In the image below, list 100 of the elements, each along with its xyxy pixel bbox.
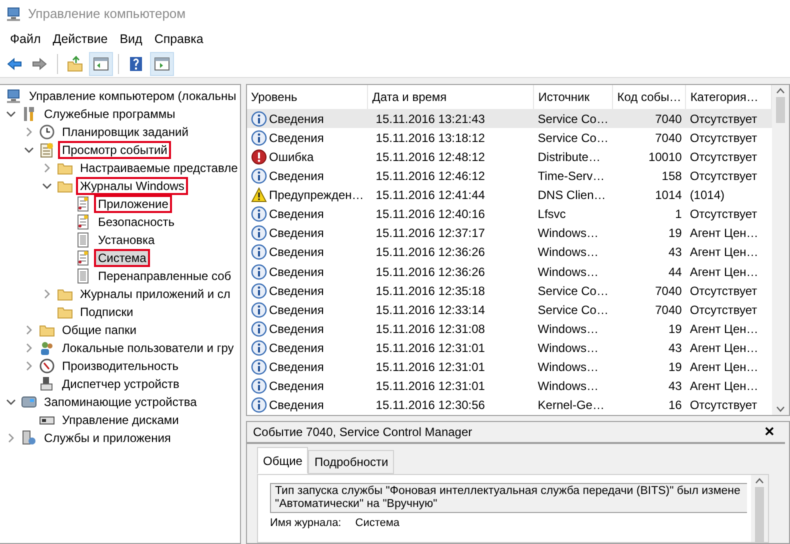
services-icon	[21, 430, 37, 446]
tree-item[interactable]: Подписки	[76, 303, 138, 321]
tab[interactable]: Подробности	[308, 450, 394, 474]
scroll-thumb[interactable]	[776, 97, 785, 123]
description-text: Тип запуска службы "Фоновая интеллектуальная служба передачи (BITS)" был измене "Автоматически" на "Вручную"	[270, 483, 747, 513]
table-row[interactable]: Сведения 15.11.2016 12:46:12 Time-Serv… 158 Отсутствует	[247, 166, 772, 186]
info-icon	[251, 244, 267, 260]
table-row[interactable]: Предупрежден… 15.11.2016 12:41:44 DNS Clien… 1014 (1014)	[247, 186, 772, 205]
table-cell: 15.11.2016 12:30:56	[376, 398, 485, 412]
tree-item[interactable]: Установка	[94, 231, 159, 249]
tree-item[interactable]: Система	[94, 249, 150, 267]
table-cell: Service Co…	[538, 284, 608, 298]
tree-item[interactable]: Перенаправленные соб	[94, 267, 236, 285]
table-cell: Агент Цен…	[690, 341, 758, 355]
menu-item[interactable]: Действие	[46, 30, 114, 48]
table-cell-text: Сведения	[269, 397, 324, 414]
toolbar-button[interactable]	[89, 52, 113, 76]
table-cell-text: Сведения	[269, 359, 324, 376]
table-cell: 1014	[655, 188, 682, 202]
table-cell: Отсутствует	[690, 207, 758, 222]
table-row[interactable]: Сведения 15.11.2016 12:30:56 Kernel-Ge… 16 Отсутствует	[247, 396, 772, 415]
table-cell: Отсутствует	[690, 112, 758, 126]
table-cell: Windows…	[538, 360, 598, 374]
table-cell: Service Co…	[538, 112, 608, 126]
info-icon	[251, 359, 267, 376]
tree-item[interactable]: Приложение	[94, 195, 172, 213]
scroll-thumb[interactable]	[755, 487, 764, 542]
tree-item[interactable]: Общие папки	[58, 321, 140, 339]
table-cell: 7040	[655, 130, 682, 145]
info-icon	[251, 206, 267, 222]
tree-item[interactable]: Диспетчер устройств	[58, 375, 184, 393]
table-cell: Агент Цен…	[690, 245, 758, 260]
table-cell: Kernel-Ge…	[538, 398, 604, 412]
table-cell: Агент Цен…	[690, 226, 758, 240]
log-icon	[75, 250, 91, 266]
tree-item[interactable]: Журналы приложений и сл	[76, 285, 234, 303]
table-row[interactable]: Сведения 15.11.2016 12:40:16 Lfsvc 1 Отсутствует	[247, 204, 772, 224]
table-cell: 7040	[655, 284, 682, 298]
table-cell: Отсутствует	[690, 130, 758, 145]
tree-item[interactable]: Безопасность	[94, 213, 179, 231]
table-row[interactable]: Сведения 15.11.2016 12:36:26 Windows… 44 Агент Цен…	[247, 262, 772, 282]
menu-item[interactable]: Справка	[148, 30, 210, 48]
table-cell-text: Сведения	[269, 110, 324, 128]
table-cell: Отсутствует	[690, 302, 758, 317]
pane-toggle-icon	[154, 56, 170, 72]
table-row[interactable]: Ошибка 15.11.2016 12:48:12 Distribute… 10010 Отсутствует	[247, 147, 772, 166]
table-row[interactable]: Сведения 15.11.2016 12:31:01 Windows… 43 Агент Цен…	[247, 338, 772, 358]
tools-icon	[21, 106, 37, 122]
table-row[interactable]: Сведения 15.11.2016 12:36:26 Windows… 43 Агент Цен…	[247, 242, 772, 262]
tree-item[interactable]: Управление компьютером (локальны	[25, 87, 240, 105]
table-cell: 7040	[655, 302, 682, 317]
table-cell: Windows…	[538, 264, 598, 279]
table-cell-text: Сведения	[269, 206, 324, 224]
tree-item[interactable]: Планировщик заданий	[58, 123, 192, 141]
log-icon	[75, 214, 91, 230]
table-cell: 15.11.2016 12:31:01	[376, 360, 485, 374]
table-cell: 43	[668, 245, 682, 260]
table-cell-text: Сведения	[269, 378, 324, 396]
tree-item[interactable]: Локальные пользователи и гру	[58, 339, 238, 357]
tab[interactable]: Общие	[257, 447, 308, 474]
table-row[interactable]: Сведения 15.11.2016 13:18:12 Service Co… 7040 Отсутствует	[247, 128, 772, 148]
computer-icon	[6, 6, 22, 22]
table-row[interactable]: Сведения 15.11.2016 12:33:14 Service Co… 7040 Отсутствует	[247, 300, 772, 320]
table-cell: 15.11.2016 12:37:17	[376, 226, 485, 240]
table-cell-text: Сведения	[269, 168, 324, 186]
table-row[interactable]: Сведения 15.11.2016 12:31:08 Windows… 19 Агент Цен…	[247, 319, 772, 338]
folder-up-icon	[67, 56, 83, 72]
scrollbar[interactable]	[751, 475, 768, 542]
tree-item[interactable]: Настраиваемые представле	[76, 159, 240, 177]
table-cell: Агент Цен…	[690, 360, 758, 374]
menu-item[interactable]: Файл	[4, 30, 47, 48]
table-cell-text: Сведения	[269, 340, 324, 357]
table-cell: Service Co…	[538, 302, 608, 317]
table-cell: Агент Цен…	[690, 379, 758, 394]
tree-item[interactable]: Просмотр событий	[58, 141, 172, 159]
table-cell: 7040	[655, 112, 682, 126]
table-cell-text: Сведения	[269, 244, 324, 262]
table-row[interactable]: Сведения 15.11.2016 12:35:18 Service Co… 7040 Отсутствует	[247, 281, 772, 300]
info-icon	[251, 340, 267, 356]
tree-item[interactable]: Производительность	[58, 357, 182, 375]
table-row[interactable]: Сведения 15.11.2016 12:37:17 Windows… 19 Агент Цен…	[247, 224, 772, 243]
table-row[interactable]: Сведения 15.11.2016 13:21:43 Service Co… 7040 Отсутствует	[247, 109, 772, 128]
menu-item[interactable]: Вид	[114, 30, 148, 48]
table-cell: DNS Clien…	[538, 188, 606, 202]
help-icon	[128, 56, 144, 72]
toolbar-button[interactable]	[150, 52, 174, 76]
close-button[interactable]: ✕	[760, 422, 779, 442]
table-cell: 15.11.2016 12:48:12	[376, 150, 485, 164]
tree-item[interactable]: Службы и приложения	[40, 429, 175, 447]
table-row[interactable]: Сведения 15.11.2016 12:31:01 Windows… 43 Агент Цен…	[247, 376, 772, 396]
tree-item[interactable]: Запоминающие устройства	[40, 393, 201, 411]
scrollbar[interactable]	[772, 85, 789, 415]
table-cell: 19	[668, 360, 682, 374]
table-cell: 43	[668, 341, 682, 355]
tree-item[interactable]: Журналы Windows	[76, 177, 188, 195]
info-icon	[251, 264, 267, 280]
table-row[interactable]: Сведения 15.11.2016 12:31:01 Windows… 19 Агент Цен…	[247, 358, 772, 377]
tree-item[interactable]: Служебные программы	[40, 105, 180, 123]
tree-item[interactable]: Управление дисками	[58, 411, 183, 429]
table-cell: 158	[662, 169, 682, 184]
